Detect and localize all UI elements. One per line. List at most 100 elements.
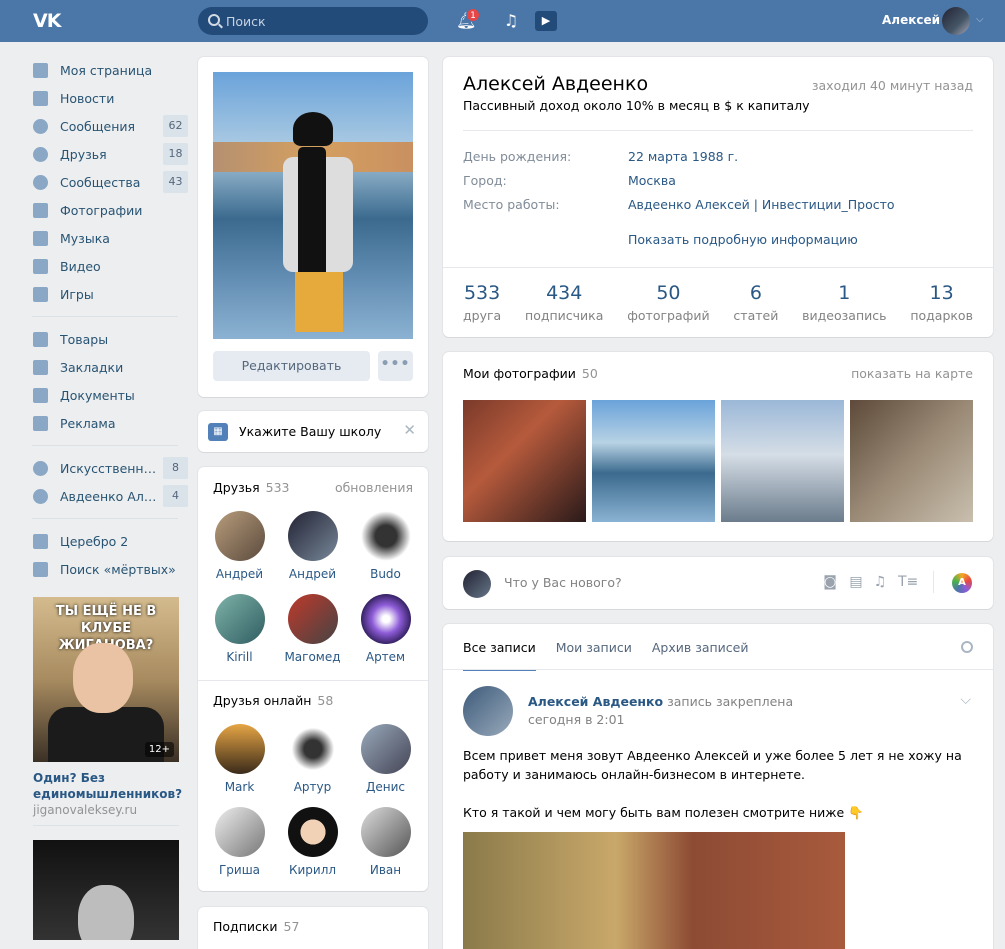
counter-friends[interactable]: 533 друга [463,282,501,323]
subscriptions-header[interactable]: Подписки 57 [213,919,299,934]
school-prompt-label[interactable]: Укажите Вашу школу [239,424,381,439]
subscriptions-card: Подписки 57 [198,907,428,949]
school-prompt-card[interactable]: ▦ Укажите Вашу школу ✕ [198,411,428,452]
search-icon[interactable] [961,641,973,653]
header-user-name[interactable]: Алексей [882,13,940,27]
photo-thumb[interactable] [592,400,715,522]
search-input[interactable] [226,12,416,30]
photos-header[interactable]: Мои фотографии 50 [463,366,598,381]
sidebar-item-games[interactable]: Игры [28,280,188,308]
art-icon[interactable]: A [952,573,972,593]
sidebar-item-documents[interactable]: Документы [28,381,188,409]
friend-item[interactable]: Артур [276,724,349,807]
info-value[interactable]: Авдеенко Алексей | Инвестиции_Просто [628,197,895,212]
ad-url[interactable]: jiganovaleksey.ru [33,803,179,817]
ad-image[interactable]: ТЫ ЕЩЁ НЕ В КЛУБЕ ЖИГАНОВА? 12+ [33,597,179,762]
photo-thumb[interactable] [463,400,586,522]
post-author-link[interactable]: Алексей Авдеенко [528,694,663,709]
friends-header[interactable]: Друзья 533 [213,480,290,495]
sidebar-ad-2[interactable] [33,840,179,940]
counter-photos[interactable]: 50 фотографий [627,282,709,323]
sidebar-item-group[interactable]: Искусственные...8 [28,454,188,482]
friend-item[interactable]: Магомед [276,594,349,677]
divider [443,267,993,268]
edit-profile-button[interactable]: Редактировать [213,351,370,381]
ad-title[interactable]: Один? Без единомышленников? [33,770,182,802]
counter-videos[interactable]: 1 видеозапись [802,282,886,323]
friend-item[interactable]: Budo [349,511,422,594]
counter-gifts[interactable]: 13 подарков [910,282,973,323]
sidebar-item-group[interactable]: Авдеенко Алек...4 [28,482,188,510]
friend-item[interactable]: Денис [349,724,422,807]
search-box[interactable] [198,7,428,35]
counter-badge: 8 [163,457,188,479]
counter-articles[interactable]: 6 статей [733,282,778,323]
header-avatar[interactable] [942,7,970,35]
sidebar-item-my-page[interactable]: Моя страница [28,56,188,84]
sidebar-item-communities[interactable]: Сообщества 43 [28,168,188,196]
tab-all-posts[interactable]: Все записи [463,640,536,671]
top-header: VK 🔔︎ 1 ♫ ▶ Алексей ⌵ [0,0,1005,42]
tab-my-posts[interactable]: Мои записи [556,640,632,671]
sidebar-item-label: Товары [60,331,109,347]
friend-item[interactable]: Kirill [203,594,276,677]
photo-thumb[interactable] [850,400,973,522]
friend-item[interactable]: Андрей [203,511,276,594]
friends-title: Друзья [213,480,260,495]
friend-item[interactable]: Андрей [276,511,349,594]
info-value[interactable]: Москва [628,173,676,188]
friend-item[interactable]: Артем [349,594,422,677]
more-options-button[interactable]: ••• [378,351,413,381]
post-image[interactable] [463,832,845,949]
sidebar-item-news[interactable]: Новости [28,84,188,112]
sidebar-item-video[interactable]: Видео [28,252,188,280]
composer-input[interactable]: Что у Вас нового? [504,575,622,590]
sidebar-item-friends[interactable]: Друзья 18 [28,140,188,168]
sidebar-item-ads[interactable]: Реклама [28,409,188,437]
chevron-down-icon[interactable]: ⌵ [976,14,984,25]
sidebar-item-label: Сообщения [60,118,136,134]
sidebar-item-bookmarks[interactable]: Закладки [28,353,188,381]
play-icon[interactable]: ▶ [535,11,557,31]
video-icon[interactable]: ▤ [847,574,865,590]
post-timestamp[interactable]: сегодня в 2:01 [528,712,625,727]
info-value[interactable]: 22 марта 1988 г. [628,149,738,164]
music-icon[interactable]: ♫ [501,11,521,31]
profile-status[interactable]: Пассивный доход около 10% в месяц в $ к … [463,98,810,113]
user-icon [33,146,48,162]
show-more-info-link[interactable]: Показать подробную информацию [628,232,858,247]
close-icon[interactable]: ✕ [403,421,416,439]
sidebar-item-messages[interactable]: Сообщения 62 [28,112,188,140]
online-friends-header[interactable]: Друзья онлайн 58 [213,693,333,708]
ad-face [78,885,134,940]
counter-followers[interactable]: 434 подписчика [525,282,603,323]
vk-logo[interactable]: VK [33,11,67,31]
counter-label: видеозапись [802,308,887,323]
sidebar-ad[interactable]: ТЫ ЕЩЁ НЕ В КЛУБЕ ЖИГАНОВА? 12+ Один? Бе… [33,597,182,826]
sidebar-item-music[interactable]: Музыка [28,224,188,252]
profile-photo[interactable] [213,72,413,339]
avatar [360,594,411,644]
show-on-map-link[interactable]: показать на карте [851,366,973,381]
chevron-down-icon[interactable]: ⌵ [960,692,971,708]
friend-item[interactable]: Кирилл [276,807,349,890]
photo-thumb[interactable] [721,400,844,522]
tab-archive[interactable]: Архив записей [652,640,749,671]
friend-item[interactable]: Иван [349,807,422,890]
avatar[interactable] [463,686,513,736]
music-icon[interactable]: ♫ [871,574,889,590]
sidebar-item-photos[interactable]: Фотографии [28,196,188,224]
friends-updates-link[interactable]: обновления [335,480,413,495]
counter-badge: 43 [163,171,188,193]
friend-item[interactable]: Mark [203,724,276,807]
friend-item[interactable]: Гриша [203,807,276,890]
sidebar-item-goods[interactable]: Товары [28,325,188,353]
post-pinned-label: запись закреплена [667,694,794,709]
text-format-icon[interactable]: T≡ [898,574,918,590]
sidebar-item-app[interactable]: Поиск «мёртвых» [28,555,188,583]
sidebar-item-label: Сообщества [60,174,141,190]
divider [198,680,428,681]
sidebar-item-app[interactable]: Церебро 2 [28,527,188,555]
camera-icon[interactable]: ◙ [821,574,839,590]
bag-icon [33,331,48,347]
